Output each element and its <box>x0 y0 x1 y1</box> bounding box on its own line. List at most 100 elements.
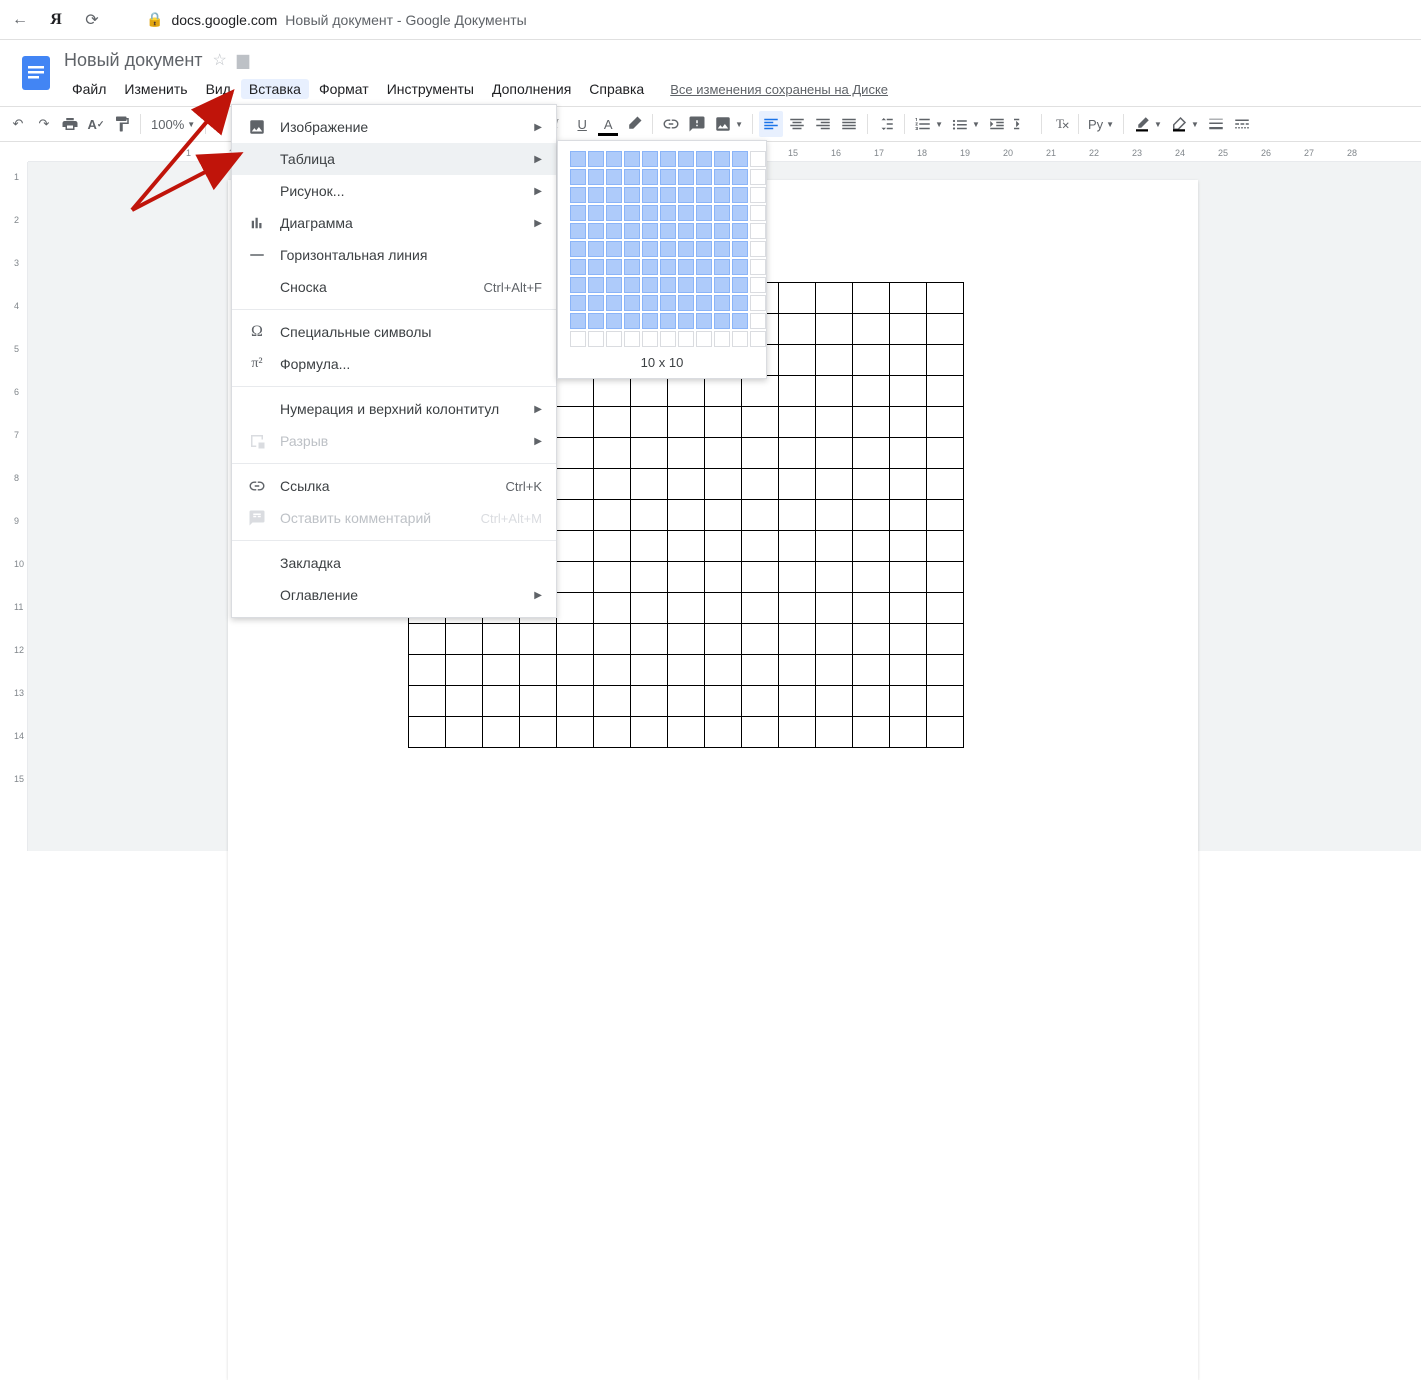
menu-формат[interactable]: Формат <box>311 79 377 99</box>
table-cell[interactable] <box>594 562 631 593</box>
table-cell[interactable] <box>779 283 816 314</box>
grid-cell[interactable] <box>606 223 622 239</box>
grid-cell[interactable] <box>624 295 640 311</box>
fill-color-button[interactable]: ▼ <box>1130 111 1165 137</box>
table-cell[interactable] <box>853 655 890 686</box>
table-cell[interactable] <box>631 531 668 562</box>
table-cell[interactable] <box>742 562 779 593</box>
table-cell[interactable] <box>705 686 742 717</box>
table-cell[interactable] <box>631 562 668 593</box>
table-cell[interactable] <box>853 438 890 469</box>
grid-cell[interactable] <box>696 277 712 293</box>
table-cell[interactable] <box>927 376 964 407</box>
table-cell[interactable] <box>816 686 853 717</box>
table-cell[interactable] <box>594 376 631 407</box>
table-cell[interactable] <box>631 593 668 624</box>
table-cell[interactable] <box>742 500 779 531</box>
grid-cell[interactable] <box>660 223 676 239</box>
grid-cell[interactable] <box>750 223 766 239</box>
table-cell[interactable] <box>668 655 705 686</box>
border-width-icon[interactable] <box>1204 111 1228 137</box>
table-cell[interactable] <box>890 624 927 655</box>
table-cell[interactable] <box>594 686 631 717</box>
table-cell[interactable] <box>816 500 853 531</box>
grid-cell[interactable] <box>570 169 586 185</box>
table-cell[interactable] <box>705 500 742 531</box>
table-cell[interactable] <box>853 593 890 624</box>
table-cell[interactable] <box>631 376 668 407</box>
table-cell[interactable] <box>705 376 742 407</box>
table-cell[interactable] <box>557 376 594 407</box>
menu-справка[interactable]: Справка <box>581 79 652 99</box>
table-cell[interactable] <box>668 593 705 624</box>
grid-cell[interactable] <box>660 205 676 221</box>
grid-cell[interactable] <box>660 187 676 203</box>
table-cell[interactable] <box>409 717 446 748</box>
table-cell[interactable] <box>816 469 853 500</box>
bulleted-list-icon[interactable]: ▼ <box>948 111 983 137</box>
grid-cell[interactable] <box>588 169 604 185</box>
table-cell[interactable] <box>927 438 964 469</box>
grid-cell[interactable] <box>624 313 640 329</box>
grid-cell[interactable] <box>624 223 640 239</box>
table-cell[interactable] <box>520 624 557 655</box>
grid-cell[interactable] <box>570 241 586 257</box>
table-cell[interactable] <box>520 686 557 717</box>
insert-item--[interactable]: Нумерация и верхний колонтитул▶ <box>232 393 556 425</box>
table-cell[interactable] <box>409 655 446 686</box>
table-cell[interactable] <box>520 717 557 748</box>
table-cell[interactable] <box>779 407 816 438</box>
menu-инструменты[interactable]: Инструменты <box>379 79 482 99</box>
table-cell[interactable] <box>557 593 594 624</box>
table-cell[interactable] <box>779 655 816 686</box>
table-cell[interactable] <box>890 345 927 376</box>
grid-cell[interactable] <box>570 331 586 347</box>
grid-cell[interactable] <box>624 331 640 347</box>
grid-cell[interactable] <box>714 277 730 293</box>
grid-cell[interactable] <box>642 313 658 329</box>
grid-cell[interactable] <box>696 205 712 221</box>
table-cell[interactable] <box>779 376 816 407</box>
align-justify-icon[interactable] <box>837 111 861 137</box>
grid-cell[interactable] <box>732 313 748 329</box>
increase-indent-icon[interactable] <box>1011 111 1035 137</box>
menu-вставка[interactable]: Вставка <box>241 79 309 99</box>
table-cell[interactable] <box>853 624 890 655</box>
move-folder-icon[interactable]: ▆ <box>237 50 249 70</box>
table-cell[interactable] <box>853 469 890 500</box>
grid-cell[interactable] <box>624 259 640 275</box>
table-cell[interactable] <box>594 500 631 531</box>
grid-cell[interactable] <box>696 259 712 275</box>
grid-cell[interactable] <box>642 295 658 311</box>
grid-cell[interactable] <box>750 205 766 221</box>
underline-button[interactable]: U <box>570 111 594 137</box>
table-cell[interactable] <box>557 686 594 717</box>
text-color-button[interactable]: A <box>596 111 620 137</box>
insert-item--[interactable]: Рисунок...▶ <box>232 175 556 207</box>
insert-link-icon[interactable] <box>659 111 683 137</box>
grid-cell[interactable] <box>678 205 694 221</box>
yandex-icon[interactable]: Я <box>44 8 68 32</box>
insert-item--[interactable]: Оглавление▶ <box>232 579 556 611</box>
grid-cell[interactable] <box>750 259 766 275</box>
table-cell[interactable] <box>927 531 964 562</box>
clear-formatting-icon[interactable]: T✕ <box>1048 111 1072 137</box>
table-cell[interactable] <box>927 593 964 624</box>
border-color-button[interactable]: ▼ <box>1167 111 1202 137</box>
table-cell[interactable] <box>779 500 816 531</box>
grid-cell[interactable] <box>750 295 766 311</box>
grid-cell[interactable] <box>678 313 694 329</box>
reload-icon[interactable]: ⟳ <box>80 8 104 32</box>
grid-cell[interactable] <box>714 241 730 257</box>
table-cell[interactable] <box>890 593 927 624</box>
menu-файл[interactable]: Файл <box>64 79 114 99</box>
grid-cell[interactable] <box>660 259 676 275</box>
insert-item--[interactable]: Таблица▶ <box>232 143 556 175</box>
table-cell[interactable] <box>890 531 927 562</box>
table-cell[interactable] <box>853 562 890 593</box>
grid-cell[interactable] <box>588 187 604 203</box>
table-cell[interactable] <box>668 500 705 531</box>
table-cell[interactable] <box>446 717 483 748</box>
grid-cell[interactable] <box>696 295 712 311</box>
undo-icon[interactable]: ↶ <box>6 111 30 137</box>
